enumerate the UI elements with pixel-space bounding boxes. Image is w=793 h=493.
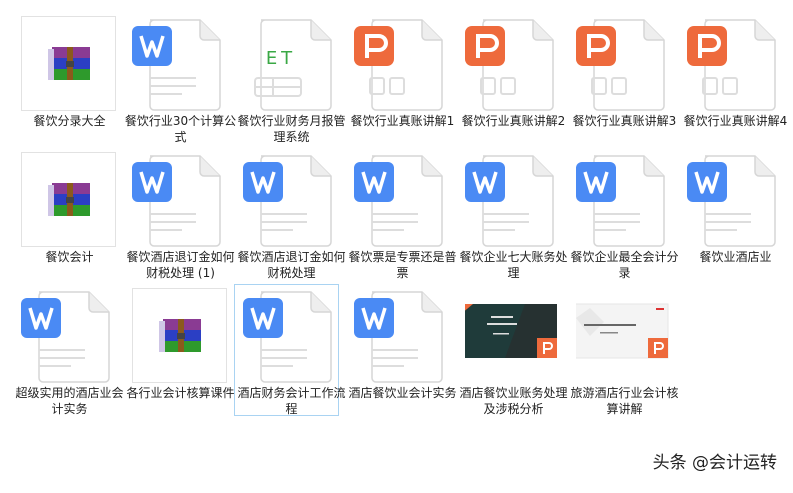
file-grid: 餐饮分录大全 餐饮行业30个计算公式 ET 餐饮行业财务月报管理系统 餐饮行业真账讲解1… bbox=[12, 12, 789, 420]
file-item[interactable]: 餐饮行业30个计算公式 bbox=[123, 12, 236, 144]
file-name: 各行业会计核算课件 bbox=[126, 386, 235, 400]
word-doc-icon bbox=[243, 152, 339, 248]
file-item[interactable]: 酒店餐饮业账务处理及涉税分析 bbox=[456, 284, 568, 416]
word-doc-icon bbox=[687, 152, 783, 248]
svg-text:ET: ET bbox=[266, 48, 296, 69]
file-item[interactable]: 餐饮票是专票还是普票 bbox=[345, 148, 457, 280]
ppt-thumbnail bbox=[571, 288, 672, 384]
rar-archive-icon bbox=[21, 16, 116, 111]
word-doc-icon bbox=[354, 288, 450, 384]
ppt-thumbnail bbox=[461, 288, 561, 384]
file-name: 餐饮企业最全会计分录 bbox=[570, 250, 679, 280]
ppt-icon bbox=[687, 16, 783, 112]
file-name: 餐饮酒店退订金如何财税处理 (1) bbox=[126, 250, 235, 280]
file-name: 餐饮票是专票还是普票 bbox=[348, 250, 457, 280]
file-item[interactable]: 餐饮企业七大账务处理 bbox=[456, 148, 568, 280]
file-item[interactable]: 各行业会计核算课件 bbox=[123, 284, 235, 416]
word-doc-icon bbox=[132, 16, 228, 112]
word-doc-icon bbox=[21, 288, 117, 384]
file-name: 酒店财务会计工作流程 bbox=[237, 386, 346, 416]
rar-archive-icon bbox=[21, 152, 116, 247]
word-doc-icon bbox=[576, 152, 672, 248]
word-doc-icon bbox=[132, 152, 228, 248]
file-item[interactable]: ET 餐饮行业财务月报管理系统 bbox=[234, 12, 346, 144]
ppt-icon bbox=[465, 16, 561, 112]
file-name: 餐饮行业真账讲解2 bbox=[461, 114, 566, 128]
file-item[interactable]: 旅游酒店行业会计核算讲解 bbox=[567, 284, 679, 416]
file-name: 餐饮企业七大账务处理 bbox=[459, 250, 568, 280]
watermark: 头条 @会计运转 bbox=[652, 453, 777, 473]
file-name: 旅游酒店行业会计核算讲解 bbox=[570, 386, 679, 416]
ppt-icon bbox=[576, 16, 672, 112]
file-name: 餐饮酒店退订金如何财税处理 bbox=[237, 250, 346, 280]
file-item[interactable]: 餐饮行业真账讲解1 bbox=[345, 12, 454, 144]
file-item[interactable]: 餐饮企业最全会计分录 bbox=[567, 148, 679, 280]
file-name: 餐饮行业真账讲解1 bbox=[350, 114, 455, 128]
file-name: 酒店餐饮业会计实务 bbox=[348, 386, 457, 400]
file-item[interactable]: 餐饮行业真账讲解2 bbox=[456, 12, 565, 144]
file-item[interactable]: 超级实用的酒店业会计实务 bbox=[12, 284, 124, 416]
rar-archive-icon bbox=[132, 288, 227, 383]
word-doc-icon bbox=[354, 152, 450, 248]
file-name: 餐饮业酒店业 bbox=[699, 250, 772, 264]
file-name: 酒店餐饮业账务处理及涉税分析 bbox=[459, 386, 568, 416]
file-item[interactable]: 餐饮酒店退订金如何财税处理 (1) bbox=[123, 148, 235, 280]
file-item[interactable]: 餐饮会计 bbox=[12, 148, 117, 280]
file-item[interactable]: 酒店餐饮业会计实务 bbox=[345, 284, 457, 416]
file-name: 餐饮分录大全 bbox=[33, 114, 106, 128]
ppt-icon bbox=[354, 16, 450, 112]
file-item[interactable]: 酒店财务会计工作流程 bbox=[234, 284, 346, 416]
word-doc-icon bbox=[465, 152, 561, 248]
file-item[interactable]: 餐饮分录大全 bbox=[12, 12, 117, 144]
file-name: 餐饮行业30个计算公式 bbox=[124, 114, 237, 144]
file-item[interactable]: 餐饮酒店退订金如何财税处理 bbox=[234, 148, 346, 280]
file-name: 餐饮会计 bbox=[45, 250, 94, 264]
file-name: 餐饮行业真账讲解3 bbox=[572, 114, 677, 128]
file-name: 超级实用的酒店业会计实务 bbox=[15, 386, 124, 416]
word-doc-icon bbox=[243, 288, 339, 384]
file-item[interactable]: 餐饮行业真账讲解4 bbox=[678, 12, 787, 144]
file-item[interactable]: 餐饮业酒店业 bbox=[678, 148, 783, 280]
file-name: 餐饮行业财务月报管理系统 bbox=[237, 114, 346, 144]
spreadsheet-icon: ET bbox=[243, 16, 339, 112]
file-name: 餐饮行业真账讲解4 bbox=[683, 114, 788, 128]
file-item[interactable]: 餐饮行业真账讲解3 bbox=[567, 12, 676, 144]
